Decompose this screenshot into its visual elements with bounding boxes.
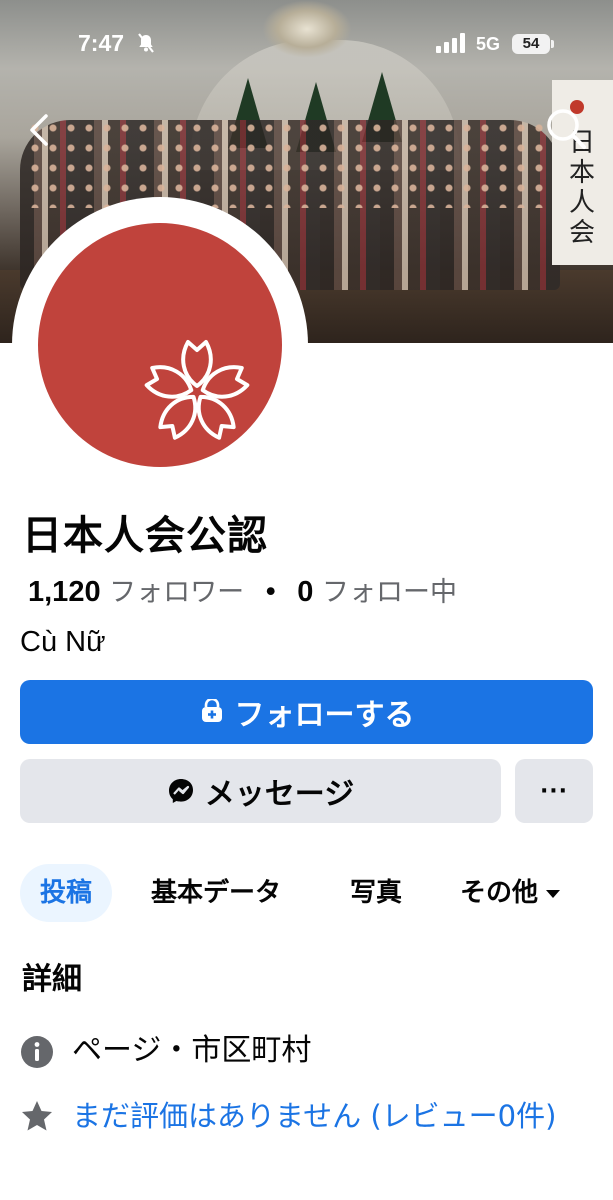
page-subtitle: Cù Nữ — [20, 626, 106, 658]
tab-posts[interactable]: 投稿 — [20, 864, 113, 922]
follow-button[interactable]: フォローする — [20, 680, 593, 744]
followers-count[interactable]: 1,120 — [28, 576, 101, 608]
stats-separator: • — [262, 577, 279, 608]
page-title: 日本人会公認 — [22, 513, 268, 559]
tab-more[interactable]: その他 — [460, 864, 561, 922]
profile-avatar[interactable] — [12, 197, 308, 493]
follow-icon — [199, 699, 225, 725]
cover-faces — [26, 118, 556, 208]
bell-muted-icon — [137, 33, 155, 57]
following-label[interactable]: フォロー中 — [322, 577, 457, 608]
star-icon — [20, 1099, 54, 1133]
more-options-icon: ··· — [539, 778, 569, 804]
back-icon — [30, 114, 48, 146]
search-button[interactable] — [544, 106, 588, 152]
battery-tip — [551, 40, 554, 48]
signal-icon — [436, 33, 466, 57]
detail-reviews-row[interactable]: まだ評価はありません (レビュー0件) — [20, 1094, 593, 1138]
message-label: メッセージ — [204, 777, 355, 812]
following-count[interactable]: 0 — [297, 576, 313, 608]
message-button[interactable]: メッセージ — [20, 759, 501, 823]
detail-category-row: ページ・市区町村 — [20, 1030, 311, 1072]
battery-indicator: 54 — [512, 34, 550, 54]
more-options-button[interactable]: ··· — [515, 759, 593, 823]
follow-stats: 1,120 フォロワー • 0 フォロー中 — [28, 574, 457, 611]
info-icon — [20, 1035, 54, 1069]
search-icon — [547, 109, 586, 149]
followers-label[interactable]: フォロワー — [109, 577, 244, 608]
tab-about[interactable]: 基本データ — [151, 864, 281, 922]
back-button[interactable] — [24, 108, 60, 152]
page-category: ページ・市区町村 — [72, 1033, 312, 1068]
follow-label: フォローする — [234, 698, 415, 733]
network-type: 5G — [476, 34, 501, 54]
reviews-link[interactable]: まだ評価はありません (レビュー0件) — [72, 1094, 592, 1138]
tab-more-label: その他 — [460, 878, 539, 908]
profile-tabs: 投稿 基本データ 写真 その他 — [20, 864, 593, 922]
status-time: 7:47 — [78, 30, 125, 56]
details-heading: 詳細 — [22, 962, 82, 997]
sakura-logo-icon — [144, 340, 250, 440]
tab-photos[interactable]: 写真 — [350, 864, 402, 922]
messenger-icon — [167, 777, 195, 805]
status-bar: 7:47 5G 54 — [0, 0, 613, 80]
caret-down-icon — [546, 889, 561, 898]
